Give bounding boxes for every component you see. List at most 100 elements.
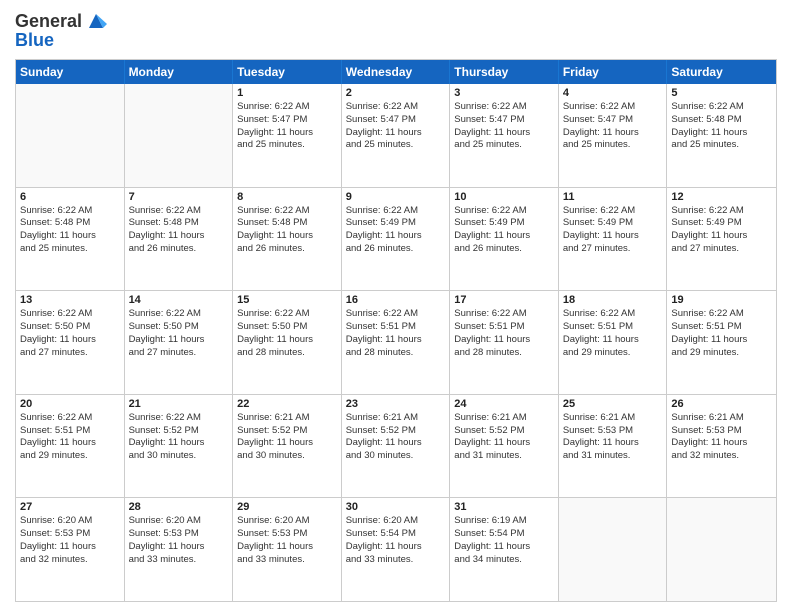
sunset-line: Sunset: 5:48 PM (20, 217, 120, 230)
logo-icon (85, 10, 107, 32)
weekday-header: Tuesday (233, 60, 342, 84)
day-number: 9 (346, 191, 446, 203)
day-number: 18 (563, 294, 663, 306)
sunset-line: Sunset: 5:51 PM (563, 321, 663, 334)
daylight-line: Daylight: 11 hours (129, 437, 229, 450)
calendar-week-row: 1Sunrise: 6:22 AMSunset: 5:47 PMDaylight… (16, 84, 776, 188)
daylight-line: Daylight: 11 hours (454, 230, 554, 243)
day-number: 14 (129, 294, 229, 306)
sunrise-line: Sunrise: 6:21 AM (671, 412, 772, 425)
day-number: 13 (20, 294, 120, 306)
day-number: 6 (20, 191, 120, 203)
calendar-cell: 12Sunrise: 6:22 AMSunset: 5:49 PMDayligh… (667, 188, 776, 291)
daylight-line: Daylight: 11 hours (454, 541, 554, 554)
sunrise-line: Sunrise: 6:22 AM (563, 205, 663, 218)
sunrise-line: Sunrise: 6:22 AM (671, 205, 772, 218)
daylight-line: Daylight: 11 hours (454, 334, 554, 347)
calendar-week-row: 27Sunrise: 6:20 AMSunset: 5:53 PMDayligh… (16, 498, 776, 601)
calendar-cell: 4Sunrise: 6:22 AMSunset: 5:47 PMDaylight… (559, 84, 668, 187)
sunset-line: Sunset: 5:52 PM (454, 425, 554, 438)
sunset-line: Sunset: 5:48 PM (671, 114, 772, 127)
daylight-minutes-line: and 26 minutes. (346, 243, 446, 256)
calendar-cell: 5Sunrise: 6:22 AMSunset: 5:48 PMDaylight… (667, 84, 776, 187)
calendar-cell: 31Sunrise: 6:19 AMSunset: 5:54 PMDayligh… (450, 498, 559, 601)
daylight-line: Daylight: 11 hours (20, 541, 120, 554)
day-number: 31 (454, 501, 554, 513)
daylight-line: Daylight: 11 hours (346, 230, 446, 243)
daylight-minutes-line: and 28 minutes. (346, 347, 446, 360)
sunrise-line: Sunrise: 6:21 AM (563, 412, 663, 425)
sunrise-line: Sunrise: 6:22 AM (20, 412, 120, 425)
day-number: 30 (346, 501, 446, 513)
daylight-minutes-line: and 26 minutes. (237, 243, 337, 256)
sunrise-line: Sunrise: 6:22 AM (454, 308, 554, 321)
daylight-line: Daylight: 11 hours (671, 127, 772, 140)
day-number: 11 (563, 191, 663, 203)
day-number: 21 (129, 398, 229, 410)
sunset-line: Sunset: 5:50 PM (20, 321, 120, 334)
day-number: 23 (346, 398, 446, 410)
sunrise-line: Sunrise: 6:22 AM (346, 205, 446, 218)
daylight-minutes-line: and 27 minutes. (129, 347, 229, 360)
logo-general-text: General (15, 11, 82, 32)
calendar-cell: 14Sunrise: 6:22 AMSunset: 5:50 PMDayligh… (125, 291, 234, 394)
calendar-cell: 11Sunrise: 6:22 AMSunset: 5:49 PMDayligh… (559, 188, 668, 291)
sunset-line: Sunset: 5:47 PM (563, 114, 663, 127)
calendar-cell: 28Sunrise: 6:20 AMSunset: 5:53 PMDayligh… (125, 498, 234, 601)
weekday-header: Sunday (16, 60, 125, 84)
sunset-line: Sunset: 5:48 PM (129, 217, 229, 230)
calendar-cell: 3Sunrise: 6:22 AMSunset: 5:47 PMDaylight… (450, 84, 559, 187)
day-number: 3 (454, 87, 554, 99)
sunrise-line: Sunrise: 6:22 AM (563, 308, 663, 321)
daylight-minutes-line: and 29 minutes. (671, 347, 772, 360)
calendar-cell (559, 498, 668, 601)
sunrise-line: Sunrise: 6:22 AM (454, 205, 554, 218)
daylight-line: Daylight: 11 hours (346, 127, 446, 140)
sunset-line: Sunset: 5:47 PM (346, 114, 446, 127)
daylight-minutes-line: and 29 minutes. (563, 347, 663, 360)
daylight-minutes-line: and 28 minutes. (237, 347, 337, 360)
daylight-minutes-line: and 25 minutes. (563, 139, 663, 152)
calendar-cell (125, 84, 234, 187)
daylight-line: Daylight: 11 hours (237, 230, 337, 243)
day-number: 15 (237, 294, 337, 306)
daylight-minutes-line: and 25 minutes. (454, 139, 554, 152)
sunset-line: Sunset: 5:53 PM (237, 528, 337, 541)
daylight-minutes-line: and 32 minutes. (20, 554, 120, 567)
sunrise-line: Sunrise: 6:22 AM (129, 205, 229, 218)
page: General Blue SundayMondayTuesdayWednesda… (0, 0, 792, 612)
header: General Blue (15, 10, 777, 51)
day-number: 25 (563, 398, 663, 410)
daylight-minutes-line: and 33 minutes. (129, 554, 229, 567)
daylight-line: Daylight: 11 hours (237, 437, 337, 450)
calendar-body: 1Sunrise: 6:22 AMSunset: 5:47 PMDaylight… (16, 84, 776, 601)
day-number: 19 (671, 294, 772, 306)
day-number: 2 (346, 87, 446, 99)
daylight-minutes-line: and 27 minutes. (671, 243, 772, 256)
day-number: 22 (237, 398, 337, 410)
calendar-cell: 6Sunrise: 6:22 AMSunset: 5:48 PMDaylight… (16, 188, 125, 291)
sunset-line: Sunset: 5:52 PM (129, 425, 229, 438)
daylight-minutes-line: and 30 minutes. (346, 450, 446, 463)
sunset-line: Sunset: 5:49 PM (671, 217, 772, 230)
day-number: 8 (237, 191, 337, 203)
daylight-line: Daylight: 11 hours (454, 127, 554, 140)
calendar-header: SundayMondayTuesdayWednesdayThursdayFrid… (16, 60, 776, 84)
sunset-line: Sunset: 5:53 PM (563, 425, 663, 438)
daylight-line: Daylight: 11 hours (129, 334, 229, 347)
daylight-line: Daylight: 11 hours (346, 334, 446, 347)
sunset-line: Sunset: 5:50 PM (237, 321, 337, 334)
sunrise-line: Sunrise: 6:19 AM (454, 515, 554, 528)
sunrise-line: Sunrise: 6:22 AM (563, 101, 663, 114)
sunset-line: Sunset: 5:51 PM (454, 321, 554, 334)
sunset-line: Sunset: 5:52 PM (237, 425, 337, 438)
sunset-line: Sunset: 5:51 PM (671, 321, 772, 334)
calendar-cell: 26Sunrise: 6:21 AMSunset: 5:53 PMDayligh… (667, 395, 776, 498)
sunrise-line: Sunrise: 6:22 AM (671, 308, 772, 321)
calendar-cell: 7Sunrise: 6:22 AMSunset: 5:48 PMDaylight… (125, 188, 234, 291)
daylight-minutes-line: and 26 minutes. (454, 243, 554, 256)
sunset-line: Sunset: 5:52 PM (346, 425, 446, 438)
calendar-cell: 20Sunrise: 6:22 AMSunset: 5:51 PMDayligh… (16, 395, 125, 498)
sunset-line: Sunset: 5:53 PM (20, 528, 120, 541)
weekday-header: Saturday (667, 60, 776, 84)
